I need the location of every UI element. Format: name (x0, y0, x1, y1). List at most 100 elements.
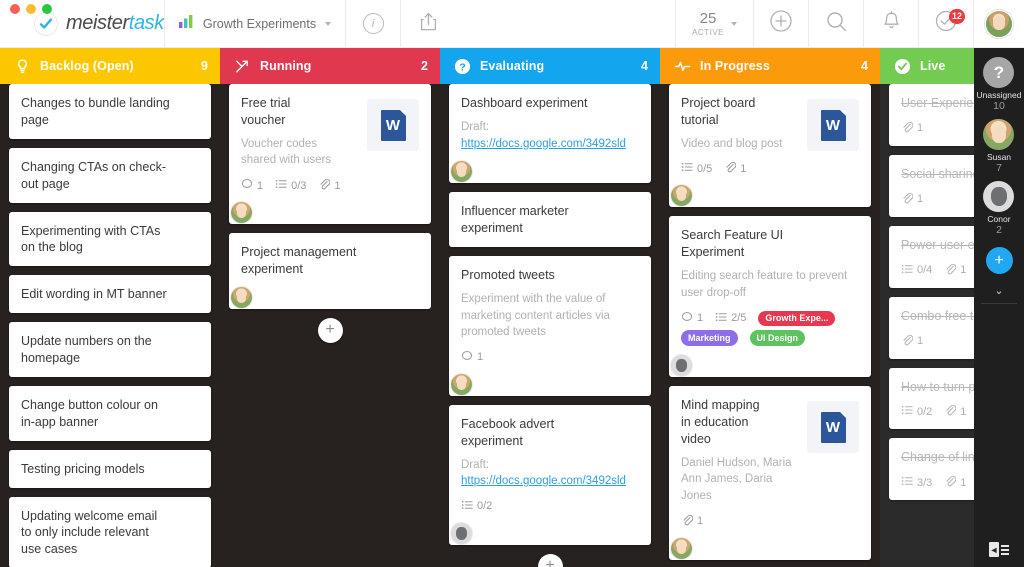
rail-member-name: Susan (986, 152, 1012, 162)
card-text: Promoted tweets Experiment with the value… (461, 267, 639, 341)
task-card[interactable]: Experimenting with CTAs on the blog (9, 211, 211, 267)
task-card[interactable]: Power user exper 0/4 1 (889, 225, 974, 288)
card-title: Power user exper (901, 237, 974, 252)
rail-member-unassigned[interactable]: ? Unassigned 10 (977, 57, 1021, 112)
card-meta: 3/3 1 (901, 475, 974, 490)
document-thumbnail[interactable]: W (807, 99, 859, 151)
description-prefix: Draft: (461, 458, 490, 471)
minimize-window-button[interactable] (26, 4, 36, 14)
card-link[interactable]: https://docs.google.com/3492sld (461, 138, 626, 150)
project-selector[interactable]: Growth Experiments (165, 0, 345, 47)
chevron-down-icon[interactable] (731, 21, 737, 26)
card-tag[interactable]: Growth Expe... (758, 310, 836, 327)
task-card[interactable]: Promoted tweets Experiment with the value… (449, 255, 651, 396)
notifications-button[interactable] (864, 0, 918, 48)
info-button[interactable]: i (346, 0, 400, 48)
task-card[interactable]: Edit wording in MT banner (9, 275, 211, 314)
card-assignee-avatar[interactable] (231, 286, 252, 308)
activity-pulse-icon (672, 58, 692, 75)
card-body: Social sharing tes (901, 166, 974, 183)
card-title: Testing pricing models (21, 461, 145, 476)
card-text: Changes to bundle landing page (21, 95, 199, 129)
task-card[interactable]: Social sharing tes 1 (889, 154, 974, 217)
card-assignee-avatar[interactable] (451, 373, 472, 395)
column-evaluating: Dashboard experiment Draft: https://docs.… (440, 84, 660, 567)
attachment-icon (901, 334, 914, 349)
avatar[interactable] (985, 9, 1013, 38)
task-card[interactable]: Project board tutorial Video and blog pos… (669, 84, 871, 208)
panel-toggle-button[interactable]: ◄ (974, 542, 1024, 557)
task-card[interactable]: Mind mapping in education video Daniel Hu… (669, 386, 871, 560)
close-window-button[interactable] (10, 4, 20, 14)
meta-attachment: 1 (901, 121, 923, 136)
card-assignee-avatar[interactable] (451, 161, 472, 183)
card-title: Change of link to test (901, 450, 974, 465)
task-card[interactable]: Influencer marketer experiment (449, 192, 651, 247)
column-count: 9 (201, 59, 208, 73)
card-tag[interactable]: Marketing (681, 330, 738, 347)
task-card[interactable]: Changes to bundle landing page (9, 84, 211, 139)
search-button[interactable] (809, 0, 863, 48)
card-link[interactable]: https://docs.google.com/3492sld (461, 475, 626, 487)
rail-member-conor[interactable]: Conor 2 (977, 181, 1022, 236)
column-name: Backlog (Open) (40, 59, 134, 73)
task-card[interactable]: Changing CTAs on check-out page (9, 147, 211, 203)
task-card[interactable]: How to turn proc gold 0/2 1 (889, 367, 974, 430)
document-thumbnail[interactable]: W (807, 401, 859, 454)
task-card[interactable]: Facebook advert experiment Draft: https:/… (449, 404, 651, 545)
card-description: Voucher codes shared with users (241, 137, 332, 167)
document-thumbnail[interactable]: W (367, 99, 419, 151)
task-card[interactable]: Change button colour on in-app banner (9, 385, 211, 441)
card-tag[interactable]: UI Design (749, 330, 806, 347)
task-card[interactable]: Change of link to test 3/3 1 (889, 438, 974, 501)
checklist-icon (461, 499, 473, 514)
check-circle-icon (892, 58, 912, 75)
meta-attachment: 1 (944, 404, 966, 419)
task-card[interactable]: Combo free trial t 1 (889, 296, 974, 359)
meta-value: 1 (257, 179, 264, 192)
notification-badge: 12 (948, 8, 965, 24)
chevron-down-icon[interactable] (325, 21, 332, 26)
card-assignee-avatar[interactable] (671, 537, 692, 559)
info-icon: i (362, 13, 384, 34)
share-button[interactable] (401, 0, 455, 48)
card-text: Free trial voucher Voucher codes shared w… (241, 95, 359, 169)
meta-value: 1 (917, 193, 924, 206)
maximize-window-button[interactable] (42, 4, 52, 14)
card-text: Testing pricing models (21, 461, 199, 478)
share-nodes-icon (232, 58, 252, 75)
task-card[interactable]: Free trial voucher Voucher codes shared w… (229, 84, 431, 225)
active-tasks-selector[interactable]: 25 ACTIVE (676, 0, 753, 48)
card-assignee-avatar[interactable] (671, 185, 692, 207)
rail-member-susan[interactable]: Susan 7 (977, 119, 1022, 174)
meistertask-app: meistertask Growth Experiments i 25 ACTI… (0, 0, 1024, 567)
bar-chart-icon (178, 14, 194, 33)
card-assignee-avatar[interactable] (671, 355, 692, 377)
column-header-evaluating[interactable]: ? Evaluating 4 (440, 48, 660, 84)
add-member-button[interactable]: + (985, 247, 1013, 274)
column-header-running[interactable]: Running 2 (220, 48, 440, 84)
add-card-button[interactable]: + (537, 553, 563, 567)
card-body: Project board tutorial Video and blog pos… (681, 95, 859, 152)
task-card[interactable]: Search Feature UI Experiment Editing sear… (669, 216, 871, 378)
task-card[interactable]: User Experience t 1 (889, 84, 974, 146)
task-card[interactable]: Dashboard experiment Draft: https://docs.… (449, 84, 651, 184)
task-card[interactable]: Testing pricing models (9, 449, 211, 488)
checklist-icon (681, 161, 693, 176)
task-card[interactable]: Project management experiment (229, 233, 431, 309)
add-task-button[interactable] (754, 0, 808, 48)
column-header-in-progress[interactable]: In Progress 4 (660, 48, 880, 84)
checklist-notifications-button[interactable]: 12 (919, 0, 973, 48)
card-text: Combo free trial t (901, 308, 974, 325)
task-card[interactable]: Updating welcome email to only include r… (9, 496, 211, 567)
card-assignee-avatar[interactable] (451, 522, 472, 544)
card-assignee-avatar[interactable] (231, 202, 252, 224)
column-header-backlog-open[interactable]: Backlog (Open) 9 (0, 48, 220, 84)
card-meta: 1 (901, 121, 974, 136)
column-count: 4 (641, 59, 648, 73)
meta-attachment: 1 (724, 161, 746, 176)
task-card[interactable]: Update numbers on the homepage (9, 322, 211, 377)
add-card-button[interactable]: + (317, 317, 343, 343)
column-headers: Backlog (Open) 9 Running 2? Evaluating 4 In Pr… (0, 48, 1024, 84)
chevron-down-icon[interactable]: ⌄ (994, 284, 1003, 297)
